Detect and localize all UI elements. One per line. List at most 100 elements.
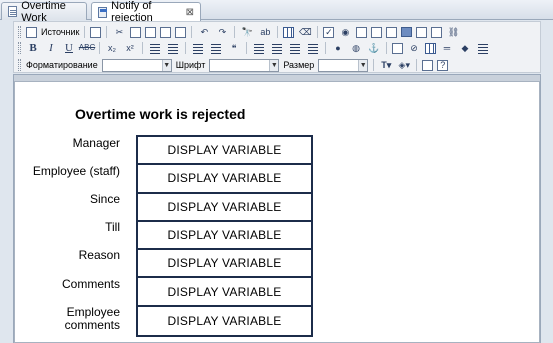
html-document-icon bbox=[98, 6, 108, 18]
hyperlink-icon[interactable]: ● bbox=[331, 42, 345, 55]
toolbar-grip[interactable] bbox=[18, 26, 21, 38]
chevron-down-icon[interactable]: ▼ bbox=[161, 59, 171, 71]
button-field-icon[interactable] bbox=[401, 27, 413, 37]
indent-icon[interactable] bbox=[209, 42, 223, 55]
variable-cell-till[interactable]: DISPLAY VARIABLE bbox=[138, 222, 311, 251]
outdent-icon[interactable] bbox=[191, 42, 205, 55]
separator bbox=[386, 42, 387, 54]
toolbar-grip[interactable] bbox=[18, 42, 21, 54]
toolbar-grip[interactable] bbox=[18, 59, 21, 71]
font-label: Шрифт bbox=[175, 60, 206, 70]
align-center-icon[interactable] bbox=[270, 42, 284, 55]
new-page-icon[interactable] bbox=[90, 26, 102, 38]
select-field-icon[interactable] bbox=[386, 26, 398, 38]
text-color-icon[interactable]: T▾ bbox=[379, 59, 393, 72]
smiley-icon[interactable]: ◆ bbox=[458, 42, 472, 55]
strikethrough-icon[interactable]: ABC bbox=[79, 42, 95, 55]
bold-icon[interactable]: B bbox=[26, 42, 40, 55]
separator bbox=[106, 26, 108, 38]
textfield-icon[interactable] bbox=[356, 26, 368, 38]
anchor-icon[interactable]: ⚓ bbox=[367, 42, 381, 55]
horizontal-rule-icon[interactable]: ═ bbox=[440, 42, 454, 55]
unlink-icon[interactable]: ◍ bbox=[349, 42, 363, 55]
tab-overtime-work[interactable]: Overtime Work bbox=[1, 0, 87, 24]
format-select[interactable]: ▼ bbox=[101, 58, 172, 72]
source-button[interactable]: Источник bbox=[41, 27, 79, 37]
align-left-icon[interactable] bbox=[252, 42, 266, 55]
find-icon[interactable]: 🔭 bbox=[240, 26, 254, 39]
flash-icon[interactable]: ⊘ bbox=[407, 42, 421, 55]
toolbar-row-2: B I U ABC x₂ x² ❝ ● ◍ ⚓ ⊘ ═ ◆ bbox=[14, 40, 492, 56]
separator bbox=[191, 26, 193, 38]
radio-icon[interactable]: ◉ bbox=[338, 26, 352, 39]
variable-cell-employee-comments[interactable]: DISPLAY VARIABLE bbox=[138, 307, 311, 335]
field-label-employee: Employee (staff) bbox=[32, 164, 120, 178]
field-label-reason: Reason bbox=[78, 248, 120, 262]
page-break-icon[interactable] bbox=[476, 42, 490, 55]
align-right-icon[interactable] bbox=[288, 42, 302, 55]
form-title: Overtime work is rejected bbox=[75, 106, 246, 122]
variable-cell-reason[interactable]: DISPLAY VARIABLE bbox=[138, 250, 311, 279]
editor-toolbar: Источник ✂ ↶ ↷ 🔭 ab ⌫ ✓ ◉ ⛓ B I U ABC x₂… bbox=[13, 21, 541, 73]
close-tab-icon[interactable]: ⊠ bbox=[186, 7, 194, 18]
link-icon[interactable]: ⛓ bbox=[446, 26, 460, 39]
separator bbox=[325, 42, 326, 54]
underline-icon[interactable]: U bbox=[62, 42, 76, 55]
help-icon[interactable]: ? bbox=[437, 59, 449, 71]
separator bbox=[99, 42, 100, 54]
italic-icon[interactable]: I bbox=[44, 42, 58, 55]
redo-icon[interactable]: ↷ bbox=[215, 26, 229, 39]
format-label: Форматирование bbox=[26, 60, 98, 70]
separator bbox=[416, 59, 418, 71]
hidden-field-icon[interactable] bbox=[431, 26, 443, 38]
numbered-list-icon[interactable] bbox=[148, 42, 162, 55]
separator bbox=[142, 42, 143, 54]
copy-icon[interactable] bbox=[130, 26, 142, 38]
font-select[interactable]: ▼ bbox=[209, 58, 280, 72]
bulleted-list-icon[interactable] bbox=[166, 42, 180, 55]
paste-word-icon[interactable] bbox=[175, 26, 187, 38]
chevron-down-icon[interactable]: ▼ bbox=[269, 59, 279, 71]
textarea-icon[interactable] bbox=[371, 26, 383, 38]
align-justify-icon[interactable] bbox=[306, 42, 320, 55]
subscript-icon[interactable]: x₂ bbox=[105, 42, 119, 55]
checkbox-icon[interactable]: ✓ bbox=[323, 26, 335, 38]
superscript-icon[interactable]: x² bbox=[123, 42, 137, 55]
separator bbox=[234, 26, 236, 38]
field-label-since: Since bbox=[89, 192, 120, 206]
chevron-down-icon[interactable]: ▼ bbox=[358, 59, 368, 71]
background-color-icon[interactable]: ◈▾ bbox=[397, 59, 411, 72]
variables-table[interactable]: DISPLAY VARIABLE DISPLAY VARIABLE DISPLA… bbox=[136, 135, 313, 338]
separator bbox=[185, 42, 186, 54]
field-label-till: Till bbox=[105, 220, 120, 234]
replace-icon[interactable]: ab bbox=[258, 26, 272, 39]
maximize-icon[interactable] bbox=[422, 59, 434, 71]
paste-icon[interactable] bbox=[145, 26, 157, 38]
blockquote-icon[interactable]: ❝ bbox=[227, 42, 241, 55]
image-button-icon[interactable] bbox=[416, 26, 428, 38]
separator bbox=[317, 26, 319, 38]
tab-label: Overtime Work bbox=[21, 0, 66, 24]
toolbar-row-1: Источник ✂ ↶ ↷ 🔭 ab ⌫ ✓ ◉ ⛓ bbox=[14, 24, 462, 40]
tab-notify-of-rejection[interactable]: Notify of rejection ⊠ bbox=[91, 0, 201, 24]
select-all-icon[interactable] bbox=[283, 26, 295, 38]
variable-cell-manager[interactable]: DISPLAY VARIABLE bbox=[138, 137, 311, 166]
variable-cell-employee[interactable]: DISPLAY VARIABLE bbox=[138, 165, 311, 194]
variable-cell-comments[interactable]: DISPLAY VARIABLE bbox=[138, 278, 311, 307]
right-edge bbox=[541, 21, 553, 343]
size-label: Размер bbox=[283, 60, 315, 70]
image-icon[interactable] bbox=[392, 42, 403, 54]
paste-text-icon[interactable] bbox=[160, 26, 172, 38]
tab-bar: Overtime Work Notify of rejection ⊠ bbox=[0, 0, 553, 24]
separator bbox=[246, 42, 247, 54]
table-icon[interactable] bbox=[425, 42, 436, 54]
size-select[interactable]: ▼ bbox=[318, 58, 369, 72]
field-label-employee-comments: Employee comments bbox=[64, 305, 120, 332]
source-icon[interactable] bbox=[26, 26, 37, 38]
variable-cell-since[interactable]: DISPLAY VARIABLE bbox=[138, 194, 311, 222]
undo-icon[interactable]: ↶ bbox=[197, 26, 211, 39]
cut-icon[interactable]: ✂ bbox=[112, 26, 126, 39]
field-label-manager: Manager bbox=[72, 136, 120, 150]
document-icon bbox=[8, 6, 18, 17]
remove-format-icon[interactable]: ⌫ bbox=[298, 26, 312, 39]
